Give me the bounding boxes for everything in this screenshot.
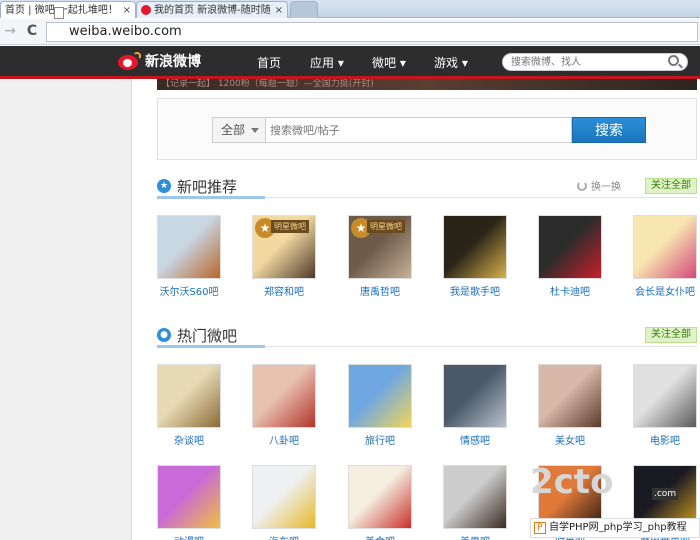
tab-weibo-home[interactable]: 我的首页 新浪微博-随时随 × <box>136 1 288 18</box>
logo-text: 新浪微博 <box>145 54 201 70</box>
bar-thumbnail[interactable] <box>252 364 316 428</box>
section-title: 新吧推荐 <box>177 178 238 196</box>
bar-item[interactable]: 美男吧 <box>435 465 515 540</box>
bar-item[interactable]: 美女吧 <box>530 364 610 447</box>
bar-name-link[interactable]: 我是歌手吧 <box>435 283 515 298</box>
nav-games[interactable]: 游戏 ▾ <box>434 54 468 71</box>
left-gutter <box>0 46 132 540</box>
bar-name-link[interactable]: 八卦吧 <box>244 432 324 447</box>
bar-name-link[interactable]: 会长是女仆吧 <box>625 283 700 298</box>
bar-item[interactable]: 旅行吧 <box>340 364 420 447</box>
bar-thumbnail[interactable] <box>443 465 507 529</box>
bar-name-link[interactable]: 杂谈吧 <box>149 432 229 447</box>
ad-link[interactable]: P 自学PHP网_php学习_php教程 <box>530 518 700 538</box>
bar-thumbnail[interactable] <box>157 364 221 428</box>
nav-home[interactable]: 首页 <box>257 54 281 71</box>
bar-name-link[interactable]: 电影吧 <box>625 432 700 447</box>
nav-search-input[interactable] <box>502 53 688 71</box>
bar-name-link[interactable]: 动漫吧 <box>149 533 229 540</box>
search-icon[interactable] <box>668 55 679 66</box>
url-field[interactable]: weiba.weibo.com <box>46 22 698 42</box>
bar-item[interactable]: 八卦吧 <box>244 364 324 447</box>
weiba-search-input[interactable] <box>266 117 572 143</box>
bar-name-link[interactable]: 唐禹哲吧 <box>340 283 420 298</box>
bar-thumbnail[interactable] <box>157 465 221 529</box>
bar-item[interactable]: 杂谈吧 <box>149 364 229 447</box>
close-tab-icon[interactable]: × <box>123 3 131 18</box>
back-arrow-icon[interactable]: → <box>2 23 18 39</box>
star-badge-label: 明星微吧 <box>367 220 405 233</box>
dropdown-arrow-icon <box>251 128 259 133</box>
weibo-favicon-icon <box>141 5 151 15</box>
bar-item[interactable]: 会长是女仆吧 <box>625 215 700 298</box>
watermark-logo: 2cto <box>530 462 614 502</box>
new-tab-button[interactable] <box>290 1 318 18</box>
tab-weiba-home[interactable]: 首页 | 微吧 一起扎堆吧！ × <box>0 1 136 18</box>
close-tab-icon[interactable]: × <box>275 3 283 18</box>
new-bars-header: ★ 新吧推荐 换一换 关注全部 <box>157 174 697 199</box>
refresh-button[interactable]: 换一换 <box>577 178 621 193</box>
weibo-eye-icon <box>118 51 142 71</box>
search-scope-dropdown[interactable]: 全部 <box>212 117 266 143</box>
star-badge-label: 明星微吧 <box>271 220 309 233</box>
bar-name-link[interactable]: 美男吧 <box>435 533 515 540</box>
watermark-sub: .com <box>652 488 679 500</box>
bar-name-link[interactable]: 美女吧 <box>530 432 610 447</box>
search-button[interactable]: 搜索 <box>572 117 646 143</box>
scope-label: 全部 <box>221 123 246 137</box>
star-icon: ★ <box>157 179 171 193</box>
bar-thumbnail[interactable] <box>633 364 697 428</box>
ad-text: 自学PHP网_php学习_php教程 <box>549 522 687 533</box>
bar-item[interactable]: 沃尔沃S60吧 <box>149 215 229 298</box>
bar-name-link[interactable]: 情感吧 <box>435 432 515 447</box>
bar-thumbnail[interactable]: ★ 明星微吧 <box>252 215 316 279</box>
bar-item[interactable]: ★ 明星微吧郑容和吧 <box>244 215 324 298</box>
bar-name-link[interactable]: 沃尔沃S60吧 <box>149 283 229 298</box>
bar-name-link[interactable]: 旅行吧 <box>340 432 420 447</box>
reload-icon[interactable]: C <box>24 23 40 39</box>
page-icon <box>54 7 64 19</box>
tab-label: 我的首页 新浪微博-随时随 <box>154 4 271 16</box>
bar-thumbnail[interactable] <box>443 364 507 428</box>
weibo-logo[interactable]: 新浪微博 <box>118 51 201 71</box>
bar-name-link[interactable]: 汽车吧 <box>244 533 324 540</box>
bar-item[interactable]: ★ 明星微吧唐禹哲吧 <box>340 215 420 298</box>
address-bar: → C weiba.weibo.com <box>0 19 700 45</box>
bar-name-link[interactable]: 美食吧 <box>340 533 420 540</box>
bar-item[interactable]: 动漫吧 <box>149 465 229 540</box>
weiba-search-panel: 全部 搜索 <box>157 98 697 160</box>
bar-name-link[interactable]: 杜卡迪吧 <box>530 283 610 298</box>
bar-thumbnail[interactable] <box>443 215 507 279</box>
bar-thumbnail[interactable] <box>348 364 412 428</box>
nav-apps[interactable]: 应用 ▾ <box>310 54 344 71</box>
php-icon: P <box>534 522 546 534</box>
bar-thumbnail[interactable] <box>538 364 602 428</box>
hot-bars-header: ● 热门微吧 关注全部 <box>157 323 697 348</box>
section-title: 热门微吧 <box>177 327 238 345</box>
fire-icon: ● <box>157 328 171 342</box>
bar-thumbnail[interactable] <box>252 465 316 529</box>
bar-item[interactable]: 情感吧 <box>435 364 515 447</box>
banner-strip[interactable]: 【记录一起】 1200粉（每题一题）—全国力挺(开封) <box>157 79 697 90</box>
bar-name-link[interactable]: 郑容和吧 <box>244 283 324 298</box>
weibo-top-nav: 新浪微博 首页 应用 ▾ 微吧 ▾ 游戏 ▾ <box>0 46 700 79</box>
bar-thumbnail[interactable]: ★ 明星微吧 <box>348 215 412 279</box>
bar-item[interactable]: 美食吧 <box>340 465 420 540</box>
bar-item[interactable]: 我是歌手吧 <box>435 215 515 298</box>
bar-item[interactable]: 电影吧 <box>625 364 700 447</box>
bar-thumbnail[interactable] <box>633 215 697 279</box>
bar-item[interactable]: 杜卡迪吧 <box>530 215 610 298</box>
bar-thumbnail[interactable] <box>348 465 412 529</box>
nav-weiba[interactable]: 微吧 ▾ <box>372 54 406 71</box>
browser-tab-bar: 首页 | 微吧 一起扎堆吧！ × 我的首页 新浪微博-随时随 × <box>0 0 700 18</box>
follow-all-button[interactable]: 关注全部 <box>645 327 697 343</box>
bar-thumbnail[interactable] <box>538 215 602 279</box>
refresh-icon <box>577 180 587 191</box>
bar-item[interactable]: 汽车吧 <box>244 465 324 540</box>
refresh-label: 换一换 <box>591 182 621 193</box>
bar-thumbnail[interactable] <box>157 215 221 279</box>
follow-all-button[interactable]: 关注全部 <box>645 178 697 194</box>
